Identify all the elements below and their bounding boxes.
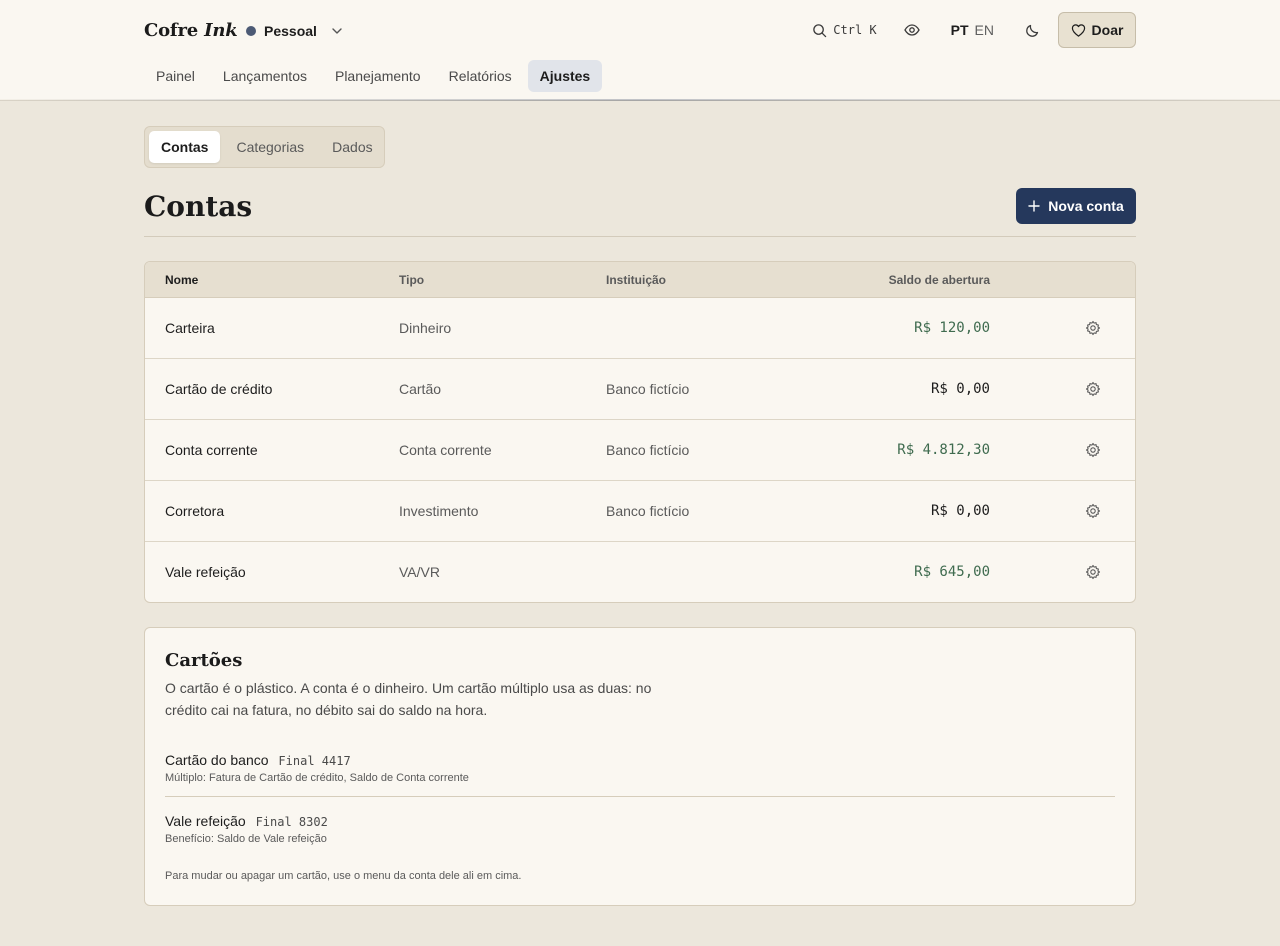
account-institution: Banco fictício (606, 503, 690, 519)
account-name: Carteira (165, 320, 215, 336)
card-name: Vale refeição (165, 813, 246, 829)
nav-item-ajustes[interactable]: Ajustes (527, 60, 603, 92)
account-type: VA/VR (399, 564, 440, 580)
card-divider (165, 796, 1115, 797)
account-balance: R$ 645,00 (914, 564, 990, 580)
main-nav: Painel Lançamentos Planejamento Relatóri… (144, 60, 603, 92)
heart-icon (1071, 23, 1085, 37)
card-detail: Benefício: Saldo de Vale refeição (165, 833, 327, 845)
tab-contas[interactable]: Contas (149, 131, 221, 163)
donate-button[interactable]: Doar (1058, 12, 1136, 48)
card-detail: Múltiplo: Fatura de Cartão de crédito, S… (165, 772, 469, 784)
cards-section: Cartões O cartão é o plástico. A conta é… (144, 627, 1136, 906)
column-header-name[interactable]: Nome (165, 262, 198, 298)
card-name: Cartão do banco (165, 752, 269, 768)
gear-icon[interactable] (1085, 381, 1101, 397)
table-header: Nome Tipo Instituição Saldo de abertura (145, 262, 1135, 298)
nav-item-lancamentos[interactable]: Lançamentos (211, 60, 319, 92)
card-last-digits: Final 8302 (255, 815, 328, 829)
brand-name: Cofre (144, 20, 199, 41)
workspace-switcher[interactable]: Pessoal (246, 21, 343, 41)
column-header-type[interactable]: Tipo (399, 262, 424, 298)
nav-item-relatorios[interactable]: Relatórios (437, 60, 524, 92)
privacy-toggle-button[interactable] (901, 19, 923, 41)
cards-description: O cartão é o plástico. A conta é o dinhe… (165, 680, 652, 718)
gear-icon[interactable] (1085, 320, 1101, 336)
brand-logo[interactable]: Cofre Ink (144, 20, 238, 41)
account-name: Vale refeição (165, 564, 246, 580)
account-balance: R$ 120,00 (914, 320, 990, 336)
account-balance: R$ 0,00 (930, 381, 990, 397)
account-name: Conta corrente (165, 442, 258, 458)
table-row: Conta corrente Conta corrente Banco fict… (145, 420, 1135, 481)
account-institution: Banco fictício (606, 442, 690, 458)
new-account-button[interactable]: Nova conta (1016, 188, 1136, 224)
card-item: Cartão do banco Final 4417 Múltiplo: Fat… (165, 752, 1115, 784)
language-switcher: PT EN (951, 22, 994, 38)
top-bar: Cofre Ink Pessoal Ctrl K PT EN Doar Pain… (0, 0, 1280, 101)
plus-icon (1028, 200, 1040, 212)
table-row: Vale refeição VA/VR R$ 645,00 (145, 542, 1135, 602)
workspace-color-dot (246, 26, 256, 36)
account-type: Investimento (399, 503, 479, 519)
account-institution: Banco fictício (606, 381, 690, 397)
chevron-down-icon (332, 28, 342, 34)
donate-label: Doar (1091, 22, 1124, 38)
table-row: Corretora Investimento Banco fictício R$… (145, 481, 1135, 542)
cards-title: Cartões (165, 650, 243, 671)
gear-icon[interactable] (1085, 442, 1101, 458)
page-title: Contas (144, 190, 253, 223)
column-header-balance[interactable]: Saldo de abertura (889, 262, 990, 298)
workspace-name: Pessoal (264, 23, 317, 39)
search-shortcut: Ctrl K (833, 23, 877, 37)
new-account-label: Nova conta (1048, 198, 1124, 214)
nav-item-planejamento[interactable]: Planejamento (323, 60, 433, 92)
title-divider (144, 236, 1136, 237)
eye-icon (903, 24, 920, 36)
language-option-en[interactable]: EN (975, 22, 994, 38)
table-row: Cartão de crédito Cartão Banco fictício … (145, 359, 1135, 420)
account-balance: R$ 0,00 (930, 503, 990, 519)
cards-footnote: Para mudar ou apagar um cartão, use o me… (165, 870, 522, 882)
account-balance: R$ 4.812,30 (897, 442, 990, 458)
tab-categorias[interactable]: Categorias (224, 131, 316, 163)
tab-dados[interactable]: Dados (320, 131, 384, 163)
account-name: Corretora (165, 503, 225, 519)
account-type: Cartão (399, 381, 442, 397)
account-type: Dinheiro (399, 320, 452, 336)
account-type: Conta corrente (399, 442, 492, 458)
moon-icon (1026, 24, 1039, 37)
account-name: Cartão de crédito (165, 381, 273, 397)
gear-icon[interactable] (1085, 503, 1101, 519)
language-option-pt[interactable]: PT (951, 22, 969, 38)
settings-subtabs: Contas Categorias Dados (144, 126, 385, 168)
brand-name-italic: Ink (204, 20, 238, 41)
toolbar-right: Ctrl K PT EN Doar (812, 12, 1136, 48)
nav-item-painel[interactable]: Painel (144, 60, 207, 92)
column-header-institution[interactable]: Instituição (606, 262, 666, 298)
table-row: Carteira Dinheiro R$ 120,00 (145, 298, 1135, 359)
search-icon (813, 23, 827, 37)
search-button[interactable]: Ctrl K (812, 23, 877, 38)
card-item: Vale refeição Final 8302 Benefício: Sald… (165, 813, 1115, 845)
gear-icon[interactable] (1085, 564, 1101, 580)
theme-toggle-button[interactable] (1022, 19, 1044, 41)
card-last-digits: Final 4417 (278, 754, 351, 768)
accounts-table: Nome Tipo Instituição Saldo de abertura … (144, 261, 1136, 603)
